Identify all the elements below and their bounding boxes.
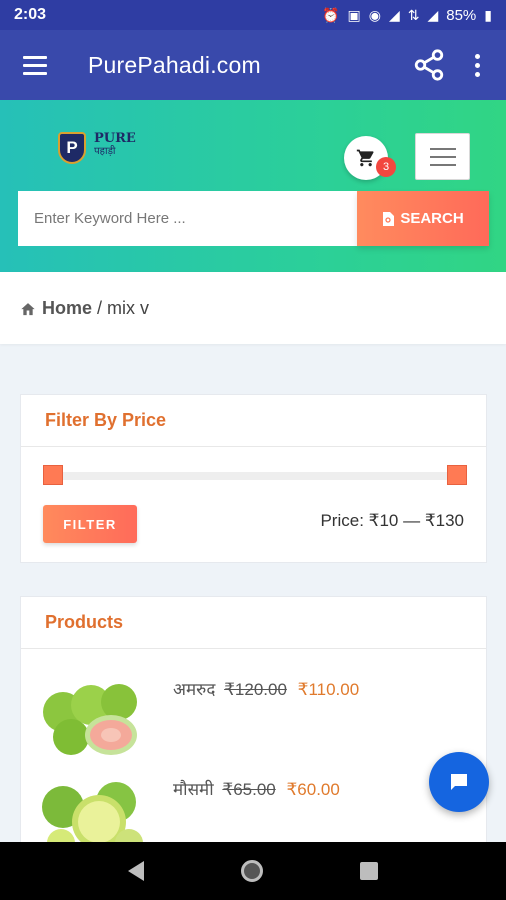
filter-by-price-card: Filter By Price FILTER Price: ₹10 — ₹130 — [20, 394, 487, 563]
chat-icon — [451, 774, 467, 790]
status-icons: ⏰ ▣ ◉ ◢ ⇅ ◢ 85% ▮ — [322, 7, 492, 24]
status-time: 2:03 — [14, 6, 47, 23]
price-range-label: Price: ₹10 — ₹130 — [320, 511, 464, 530]
products-card-title: Products — [21, 597, 486, 649]
breadcrumb-separator: / — [97, 297, 103, 318]
signal-2-icon: ◢ — [427, 6, 439, 23]
products-card: Products अमरुद ₹120.00 ₹110.00 मौसमी ₹65… — [20, 596, 487, 857]
app-title: PurePahadi.com — [88, 51, 261, 78]
filter-button[interactable]: FILTER — [43, 505, 137, 543]
price-range-track[interactable] — [45, 472, 465, 480]
logo-text-line2: पहाड़ी — [94, 146, 116, 157]
search-doc-icon — [383, 211, 395, 226]
price-min-handle[interactable] — [43, 465, 63, 485]
share-icon[interactable] — [412, 48, 446, 82]
back-icon[interactable] — [128, 861, 145, 881]
home-icon — [21, 302, 35, 315]
breadcrumb-current: mix v — [107, 297, 150, 318]
search-input[interactable] — [18, 191, 357, 246]
more-options-icon[interactable] — [460, 48, 494, 82]
data-icon: ⇅ — [407, 6, 420, 23]
search-button[interactable]: SEARCH — [357, 191, 489, 246]
breadcrumb: Home / mix v — [0, 272, 506, 344]
hamburger-menu-icon[interactable] — [0, 30, 70, 100]
battery-icon: ▮ — [484, 6, 492, 23]
chat-button[interactable] — [429, 752, 489, 812]
battery-percent: 85% — [446, 6, 477, 24]
guava-image — [43, 684, 137, 755]
alarm-icon: ⏰ — [322, 6, 340, 23]
product-name[interactable]: मौसमी — [173, 780, 214, 799]
product-old-price: ₹65.00 — [222, 780, 276, 799]
logo-mark: P — [58, 132, 86, 164]
status-bar: 2:03 ⏰ ▣ ◉ ◢ ⇅ ◢ 85% ▮ — [0, 0, 506, 30]
site-header: P PURE पहाड़ी 3 SEARCH — [0, 100, 506, 272]
product-name[interactable]: अमरुद — [173, 680, 215, 699]
logo-text-line1: PURE — [94, 131, 136, 146]
search-button-label: SEARCH — [400, 210, 464, 227]
signal-icon: ◢ — [388, 6, 400, 23]
breadcrumb-home-link[interactable]: Home — [42, 298, 92, 319]
cart-count-badge: 3 — [376, 157, 396, 177]
product-new-price: ₹110.00 — [297, 680, 360, 699]
filter-card-title: Filter By Price — [21, 395, 486, 447]
app-bar: PurePahadi.com — [0, 30, 506, 100]
site-logo[interactable]: P PURE पहाड़ी — [58, 132, 136, 164]
product-old-price: ₹120.00 — [224, 680, 287, 699]
product-new-price: ₹60.00 — [286, 780, 340, 799]
system-navigation-bar — [0, 842, 506, 900]
hotspot-icon: ◉ — [368, 6, 381, 23]
volte-icon: ▣ — [347, 6, 361, 23]
cart-icon — [356, 149, 374, 167]
site-menu-toggle[interactable] — [415, 133, 470, 180]
price-max-handle[interactable] — [447, 465, 467, 485]
recent-apps-icon[interactable] — [359, 862, 378, 880]
home-nav-icon[interactable] — [240, 860, 263, 882]
